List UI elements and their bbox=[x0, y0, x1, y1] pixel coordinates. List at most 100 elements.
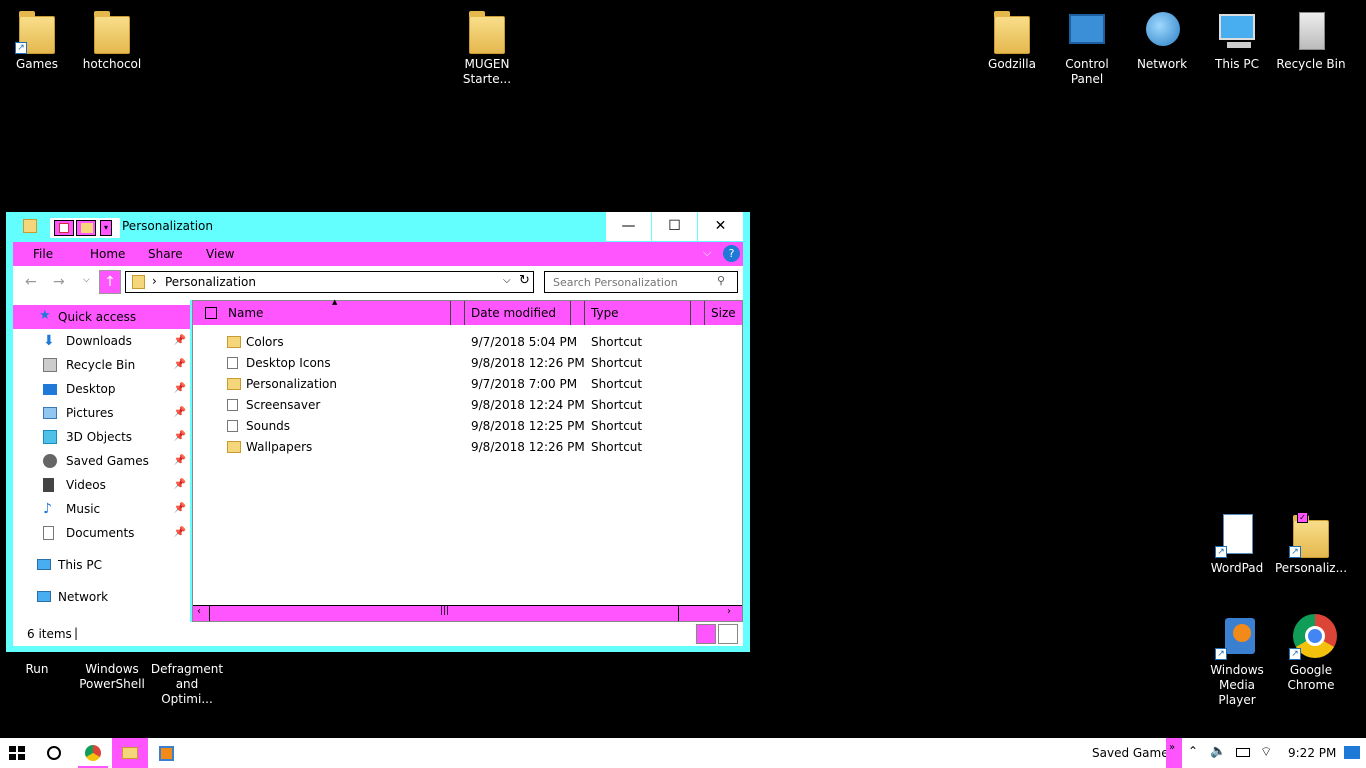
pin-icon[interactable]: 📌 bbox=[174, 497, 186, 521]
properties-icon[interactable] bbox=[54, 220, 74, 236]
desktop-icon-godzilla[interactable]: Godzilla bbox=[975, 8, 1049, 72]
pin-icon[interactable]: 📌 bbox=[174, 521, 186, 545]
file-row[interactable]: Personalization 9/7/2018 7:00 PM Shortcu… bbox=[193, 374, 742, 395]
nav-quick-access[interactable]: ★ Quick access bbox=[13, 305, 190, 329]
breadcrumb-personalization[interactable]: Personalization bbox=[165, 275, 256, 289]
column-name[interactable]: Name bbox=[228, 306, 263, 320]
nav-item-pictures[interactable]: Pictures 📌 bbox=[13, 401, 190, 425]
tab-home[interactable]: Home bbox=[90, 247, 125, 261]
start-button[interactable] bbox=[0, 738, 36, 768]
icon-label: Windows PowerShell bbox=[79, 662, 145, 691]
expand-ribbon-icon[interactable]: ⌵ bbox=[703, 246, 711, 260]
close-button[interactable]: ✕ bbox=[697, 212, 743, 241]
nav-item-desktop[interactable]: Desktop 📌 bbox=[13, 377, 190, 401]
nav-item-3d-objects[interactable]: 3D Objects 📌 bbox=[13, 425, 190, 449]
desktop-icon-windows-media-player[interactable]: ↗ Windows Media Player bbox=[1200, 614, 1274, 708]
show-hidden-icons-button[interactable]: » bbox=[1166, 738, 1182, 768]
taskbar-file-explorer[interactable] bbox=[112, 738, 148, 768]
volume-icon[interactable]: 🔈 bbox=[1210, 744, 1226, 759]
folder-icon bbox=[88, 8, 136, 54]
desktop-icon-mugen[interactable]: MUGEN Starte... bbox=[450, 8, 524, 87]
forward-icon[interactable]: → bbox=[53, 274, 65, 290]
cortana-button[interactable] bbox=[36, 738, 74, 768]
nav-item-documents[interactable]: Documents 📌 bbox=[13, 521, 190, 545]
pin-icon[interactable]: 📌 bbox=[174, 377, 186, 401]
scroll-thumb[interactable]: ||| bbox=[209, 606, 679, 621]
horizontal-scrollbar[interactable]: ‹ ||| › bbox=[193, 605, 742, 621]
refresh-icon[interactable]: ↻ bbox=[519, 273, 530, 288]
icon-label: Run bbox=[25, 662, 49, 676]
desktop-icon-games[interactable]: ↗ Games bbox=[0, 8, 74, 72]
up-icon[interactable]: ↑ bbox=[99, 270, 121, 294]
nav-item-music[interactable]: ♪ Music 📌 bbox=[13, 497, 190, 521]
desktop-icon-run[interactable]: Run bbox=[0, 662, 74, 677]
large-icons-view-icon[interactable] bbox=[718, 624, 738, 644]
taskbar-chrome[interactable] bbox=[76, 738, 110, 768]
file-shortcut-icon bbox=[227, 357, 238, 369]
pin-icon[interactable]: 📌 bbox=[174, 353, 186, 377]
desktop-icon-defragment[interactable]: Defragment and Optimi... bbox=[150, 662, 224, 707]
details-view-icon[interactable] bbox=[696, 624, 716, 644]
star-icon: ★ bbox=[39, 308, 51, 323]
scroll-right-icon[interactable]: › bbox=[727, 606, 731, 617]
nav-item-recycle-bin[interactable]: Recycle Bin 📌 bbox=[13, 353, 190, 377]
tab-share[interactable]: Share bbox=[148, 247, 183, 261]
desktop-icon-control-panel[interactable]: Control Panel bbox=[1050, 8, 1124, 87]
desktop-icon-recycle-bin[interactable]: Recycle Bin bbox=[1274, 8, 1348, 72]
nav-item-videos[interactable]: Videos 📌 bbox=[13, 473, 190, 497]
file-row[interactable]: Sounds 9/8/2018 12:25 PM Shortcut bbox=[193, 416, 742, 437]
title-bar[interactable]: ▾ Personalization — ☐ ✕ bbox=[6, 212, 750, 242]
address-bar[interactable]: › Personalization ⌵ ↻ bbox=[125, 271, 534, 293]
nav-item-downloads[interactable]: ⬇ Downloads 📌 bbox=[13, 329, 190, 353]
file-row[interactable]: Desktop Icons 9/8/2018 12:26 PM Shortcut bbox=[193, 353, 742, 374]
desktop-icon-hotchocol[interactable]: hotchocol bbox=[75, 8, 149, 72]
desktop-icon-google-chrome[interactable]: ↗ Google Chrome bbox=[1274, 614, 1348, 693]
wifi-icon[interactable]: ⌔ bbox=[1260, 744, 1272, 760]
pin-icon[interactable]: 📌 bbox=[174, 401, 186, 425]
desktop-icon-this-pc[interactable]: This PC bbox=[1200, 8, 1274, 72]
icon-label: This PC bbox=[1215, 57, 1259, 71]
minimize-button[interactable]: — bbox=[605, 212, 651, 241]
nav-network[interactable]: Network bbox=[13, 585, 190, 609]
file-row[interactable]: Screensaver 9/8/2018 12:24 PM Shortcut bbox=[193, 395, 742, 416]
chevron-up-icon[interactable]: ⌃ bbox=[1188, 744, 1198, 758]
nav-item-saved-games[interactable]: Saved Games 📌 bbox=[13, 449, 190, 473]
file-row[interactable]: Colors 9/7/2018 5:04 PM Shortcut bbox=[193, 332, 742, 353]
help-icon[interactable]: ? bbox=[723, 245, 740, 262]
nav-this-pc[interactable]: This PC bbox=[13, 553, 190, 577]
search-icon[interactable]: ⚲ bbox=[717, 274, 725, 287]
taskbar-media-player[interactable] bbox=[150, 738, 184, 768]
action-center-icon[interactable] bbox=[1344, 746, 1360, 759]
pin-icon[interactable]: 📌 bbox=[174, 329, 186, 353]
desktop-icon-personalization[interactable]: ↗ ✓ Personaliz... bbox=[1274, 512, 1348, 576]
desktop-icon-wordpad[interactable]: ↗ WordPad bbox=[1200, 512, 1274, 576]
back-icon[interactable]: ← bbox=[25, 274, 37, 290]
desktop-icon-powershell[interactable]: Windows PowerShell bbox=[75, 662, 149, 692]
column-date-modified[interactable]: Date modified bbox=[471, 306, 556, 320]
search-box[interactable]: ⚲ bbox=[544, 271, 738, 293]
icon-label: Control Panel bbox=[1065, 57, 1109, 86]
new-folder-icon[interactable] bbox=[76, 220, 96, 236]
column-size[interactable]: Size bbox=[711, 306, 736, 320]
pin-icon[interactable]: 📌 bbox=[174, 449, 186, 473]
pin-icon[interactable]: 📌 bbox=[174, 425, 186, 449]
column-type[interactable]: Type bbox=[591, 306, 619, 320]
scroll-left-icon[interactable]: ‹ bbox=[197, 606, 201, 617]
pin-icon[interactable]: 📌 bbox=[174, 473, 186, 497]
tab-view[interactable]: View bbox=[206, 247, 234, 261]
select-all-checkbox[interactable] bbox=[205, 307, 217, 319]
maximize-button[interactable]: ☐ bbox=[651, 212, 697, 241]
search-input[interactable] bbox=[553, 274, 713, 290]
desktop-icon-network[interactable]: Network bbox=[1125, 8, 1199, 72]
breadcrumb-separator: › bbox=[152, 274, 157, 288]
address-dropdown-icon[interactable]: ⌵ bbox=[503, 275, 511, 286]
notification-label[interactable]: Saved Games bbox=[1092, 746, 1175, 760]
tab-file[interactable]: File bbox=[33, 247, 53, 261]
battery-icon[interactable] bbox=[1236, 748, 1250, 757]
control-panel-icon bbox=[1063, 8, 1111, 54]
qat-dropdown-icon[interactable]: ▾ bbox=[100, 220, 112, 236]
file-row[interactable]: Wallpapers 9/8/2018 12:26 PM Shortcut bbox=[193, 437, 742, 458]
recent-locations-icon[interactable]: ⌵ bbox=[83, 275, 90, 285]
folder-icon bbox=[23, 219, 37, 233]
clock[interactable]: 9:22 PM bbox=[1288, 746, 1336, 760]
